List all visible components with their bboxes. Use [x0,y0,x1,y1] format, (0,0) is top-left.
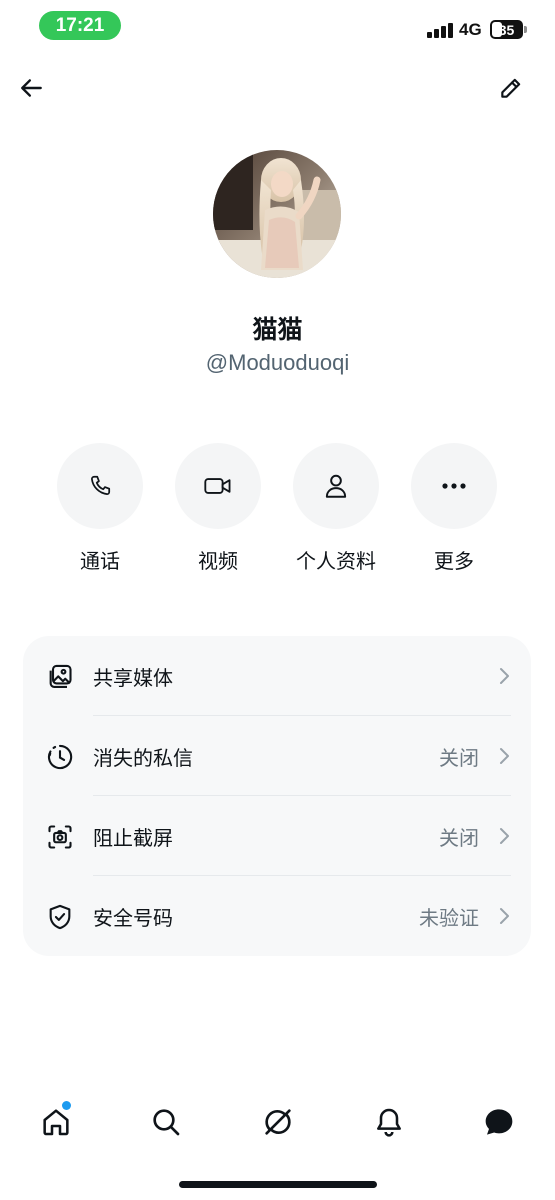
settings-value: 关闭 [439,825,479,850]
settings-value: 未验证 [419,905,479,930]
video-button[interactable]: 视频 [175,443,261,574]
timer-icon [45,742,75,772]
call-button[interactable]: 通话 [57,443,143,574]
back-button[interactable] [10,66,54,110]
status-time: 17:21 [39,11,121,40]
battery-icon: 35 [490,20,527,39]
settings-row-safety-number[interactable]: 安全号码 未验证 [23,876,531,956]
settings-label: 共享媒体 [93,665,173,690]
call-button-circle[interactable] [57,443,143,529]
chevron-right-icon [500,828,509,844]
person-icon [325,474,347,498]
chevron-right-icon [500,668,509,684]
search-icon [153,1109,180,1136]
home-notification-dot [62,1101,71,1110]
avatar-photo [213,150,341,278]
shield-check-icon [45,902,75,932]
signal-icon [427,22,453,38]
status-bar: 17:21 4G 35 [0,0,555,52]
profile-button[interactable]: 个人资料 [293,443,379,574]
bell-icon [377,1108,401,1137]
battery-level: 35 [498,21,515,38]
settings-label: 阻止截屏 [93,825,173,850]
video-camera-icon [204,478,231,494]
settings-row-disappearing-messages[interactable]: 消失的私信 关闭 [23,716,531,796]
messages-icon [485,1109,513,1135]
settings-label: 安全号码 [93,905,173,930]
settings-row-shared-media[interactable]: 共享媒体 [23,636,531,716]
tab-home[interactable] [32,1098,80,1146]
conversation-settings-card: 共享媒体 消失的私信 关闭 阻止截屏 关闭 安全号码 未验证 [23,636,531,956]
video-label: 视频 [198,549,238,573]
screenshot-icon [45,822,75,852]
profile-handle: @Moduoduoqi [205,350,350,375]
more-label: 更多 [434,549,474,573]
avatar[interactable] [213,150,341,278]
profile-button-circle[interactable] [293,443,379,529]
home-indicator [179,1181,377,1188]
profile-name: 猫猫 [252,315,303,344]
settings-value: 关闭 [439,745,479,770]
edit-button[interactable] [489,66,533,110]
phone-icon [91,475,111,495]
grok-icon [265,1109,291,1135]
tab-notifications[interactable] [365,1098,413,1146]
pencil-icon [501,78,521,98]
settings-label: 消失的私信 [93,745,193,770]
call-label: 通话 [80,549,120,573]
network-type: 4G [459,20,482,39]
arrow-left-icon [21,79,42,97]
settings-row-block-screenshots[interactable]: 阻止截屏 关闭 [23,796,531,876]
chevron-right-icon [500,908,509,924]
more-button[interactable]: 更多 [411,443,497,574]
tab-messages[interactable] [475,1098,523,1146]
tab-search[interactable] [142,1098,190,1146]
home-icon [43,1109,69,1136]
chevron-right-icon [500,748,509,764]
profile-label: 个人资料 [296,549,376,573]
gallery-icon [45,662,75,692]
more-dots-icon [442,483,466,489]
more-button-circle[interactable] [411,443,497,529]
tab-grok[interactable] [254,1098,302,1146]
video-button-circle[interactable] [175,443,261,529]
